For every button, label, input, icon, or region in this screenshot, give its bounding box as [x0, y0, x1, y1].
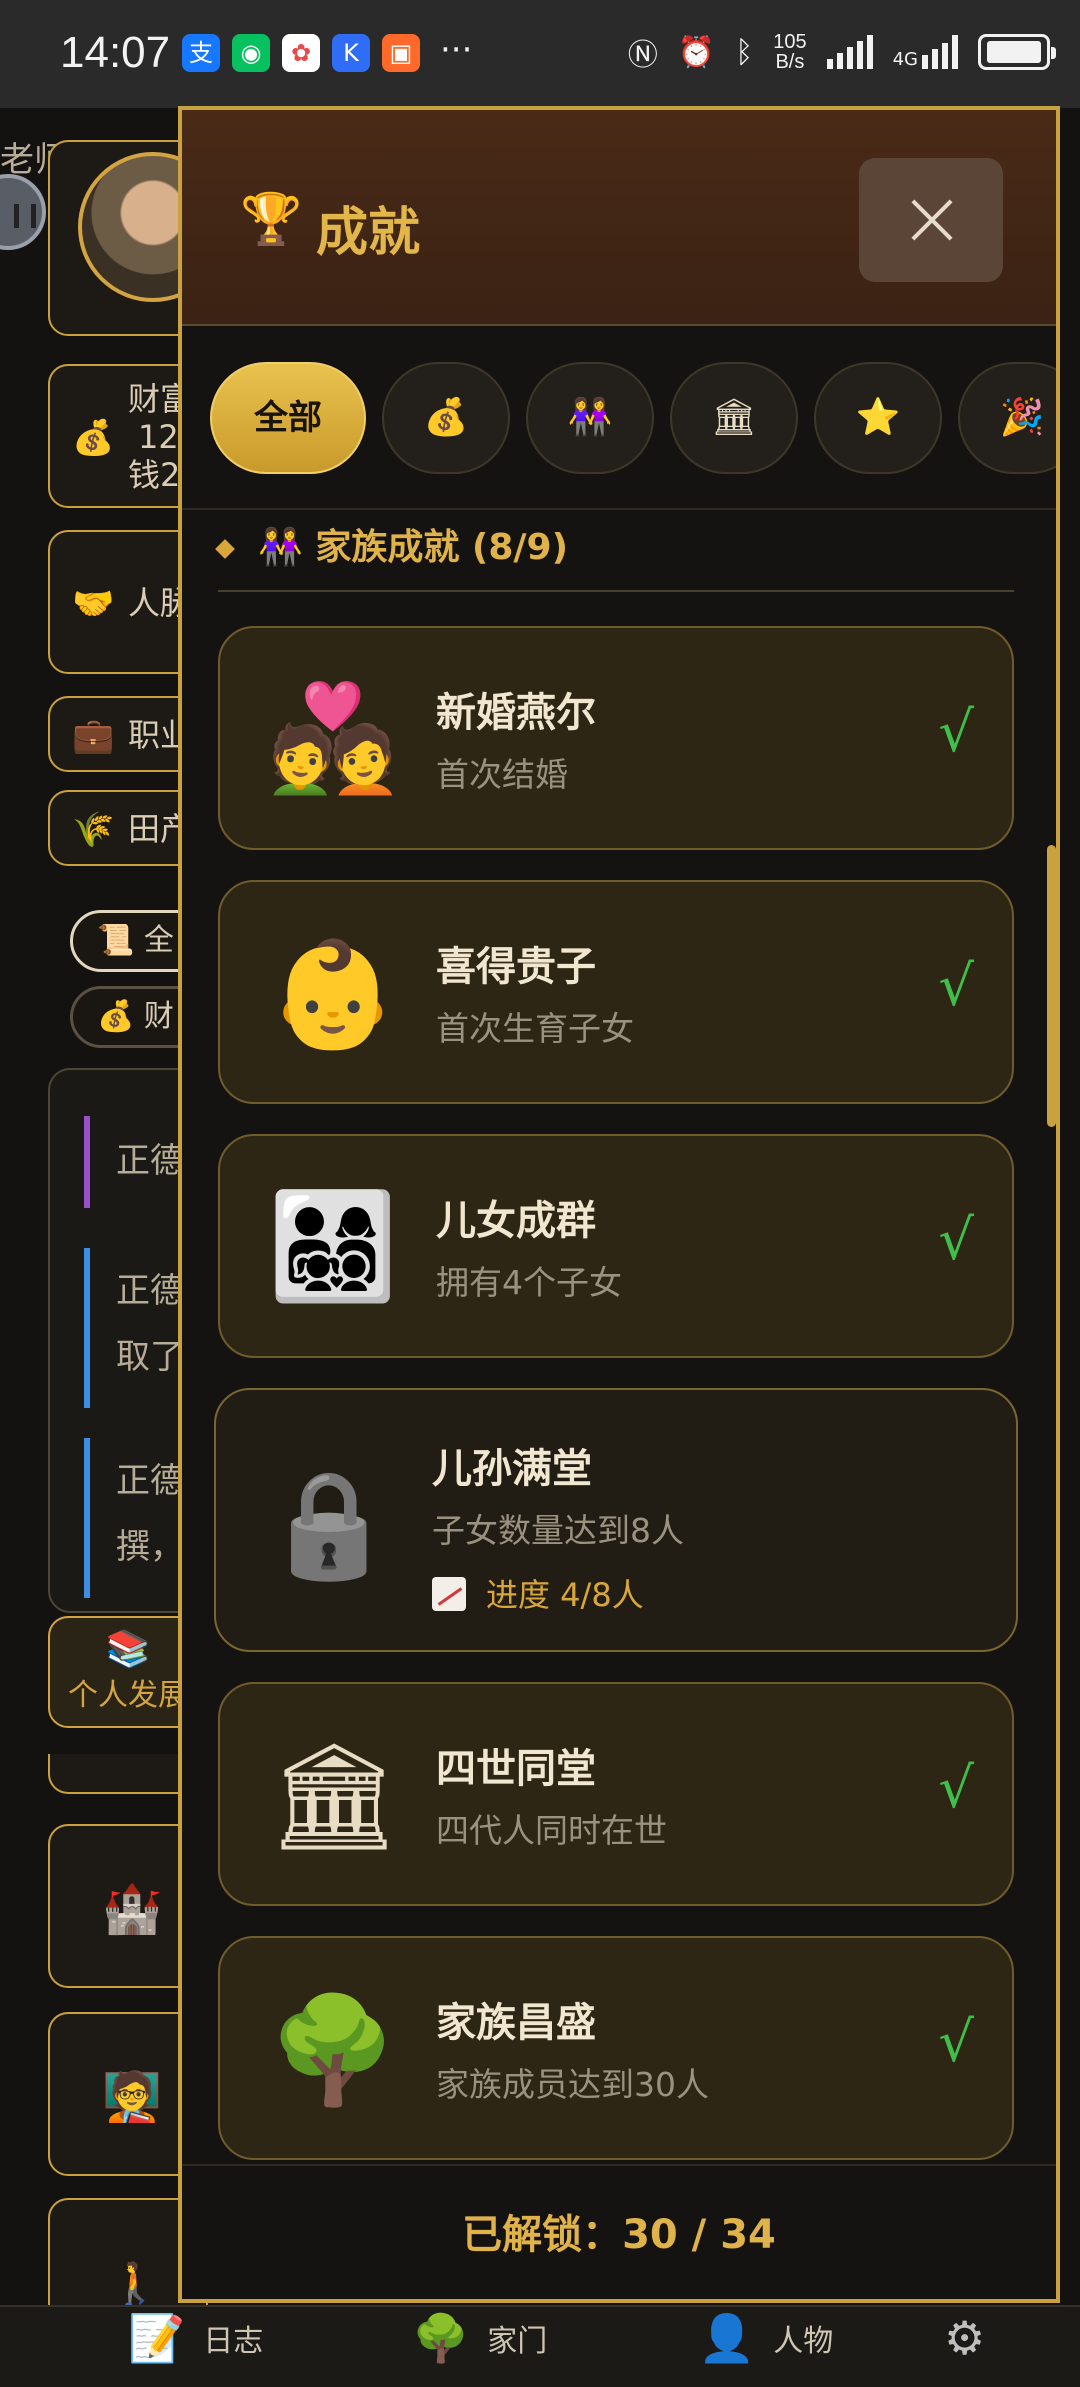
achievement-desc: 子女数量达到8人	[432, 1511, 684, 1550]
achievement-name: 家族昌盛	[436, 2000, 596, 2046]
achievement-desc: 首次生育子女	[436, 1009, 634, 1048]
star-icon: ⭐	[855, 397, 901, 438]
achievement-card[interactable]: 👶 喜得贵子 首次生育子女 √	[218, 880, 1014, 1104]
check-icon: √	[938, 1208, 974, 1273]
achievement-name: 喜得贵子	[436, 944, 596, 990]
classical-building-icon: 🏛	[268, 1735, 401, 1857]
family-icon: 👭	[567, 397, 613, 438]
money-bag-icon: 💰	[423, 397, 469, 438]
battery-icon	[978, 34, 1056, 70]
achievement-name: 儿女成群	[436, 1198, 596, 1244]
gear-icon: ⚙	[944, 2311, 986, 2365]
system-icons: Ⓝ ⏰ ᛒ 105 B/s 4G	[627, 30, 1056, 74]
filter-events[interactable]: 🎉	[958, 362, 1056, 474]
handshake-icon: 🤝	[72, 584, 115, 624]
more-notifications-icon: ···	[440, 30, 473, 70]
bluetooth-icon: ᛒ	[735, 34, 754, 70]
filter-family[interactable]: 👭	[526, 362, 654, 474]
taobao-icon: ▣	[382, 34, 420, 72]
rice-icon: 🌾	[72, 810, 115, 850]
money-bag-icon: 💰	[72, 418, 115, 458]
diamond-icon	[215, 539, 235, 559]
scroll-icon: 📜	[97, 923, 135, 958]
check-icon: √	[938, 2010, 974, 2075]
achievements-modal: 🏆 成就 全部 💰 👭 🏛 ⭐ 🎉 👭 家族成就 (8/9) 💑 新婚燕尔 首次…	[178, 106, 1060, 2303]
bottom-nav: 📝 日志 🌳 家门 👤 人物 ⚙	[0, 2305, 1080, 2387]
scrollbar[interactable]	[1047, 845, 1056, 1127]
alarm-icon: ⏰	[677, 34, 716, 70]
category-filters: 全部 💰 👭 🏛 ⭐ 🎉	[182, 324, 1056, 510]
photos-icon: ✿	[282, 34, 320, 72]
teacher-icon: 🧑‍🏫	[102, 2069, 162, 2125]
filter-career[interactable]: 🏛	[670, 362, 798, 474]
status-time: 14:07	[60, 28, 171, 77]
achievement-name: 儿孙满堂	[432, 1446, 592, 1492]
achievement-card[interactable]: 👨‍👩‍👧‍👦 儿女成群 拥有4个子女 √	[218, 1134, 1014, 1358]
check-icon: √	[938, 1756, 974, 1821]
filter-all[interactable]: 全部	[210, 362, 366, 474]
achievement-name: 四世同堂	[436, 1746, 596, 1792]
unlock-count: 已解锁：30 / 34	[462, 2212, 776, 2258]
section-title: 👭 家族成就 (8/9)	[215, 518, 568, 570]
briefcase-icon: 💼	[72, 716, 115, 756]
government-building-icon: 🏛	[711, 397, 757, 438]
modal-header: 🏆 成就	[182, 110, 1056, 326]
memo-icon: 📝	[128, 2311, 186, 2365]
achievement-desc: 拥有4个子女	[436, 1263, 622, 1302]
achievement-desc: 家族成员达到30人	[436, 2065, 709, 2104]
close-button[interactable]	[859, 158, 1003, 282]
couple-icon: 💑	[268, 677, 398, 799]
divider	[218, 590, 1014, 592]
party-popper-icon: 🎉	[999, 397, 1045, 438]
nav-family[interactable]: 🌳 家门	[412, 2315, 547, 2361]
baby-icon: 👶	[268, 933, 398, 1055]
chart-increasing-icon	[432, 1577, 466, 1611]
money-bag-icon: 💰	[97, 999, 135, 1034]
wechat-icon: ◉	[232, 34, 270, 72]
modal-title: 成就	[316, 203, 421, 263]
castle-icon: 🏰	[102, 1881, 162, 1937]
check-icon: √	[938, 700, 974, 765]
trophy-icon: 🏆	[240, 190, 303, 248]
person-silhouette-icon: 👤	[698, 2311, 756, 2365]
floating-pause-button[interactable]	[0, 174, 46, 250]
nav-character[interactable]: 👤 人物	[698, 2315, 833, 2361]
nfc-icon: Ⓝ	[627, 38, 658, 73]
modal-footer: 已解锁：30 / 34	[182, 2164, 1056, 2299]
achievement-progress: 进度 4/8人	[432, 1570, 644, 1616]
tree-icon: 🌳	[412, 2311, 470, 2365]
status-bar: 14:07 支 ◉ ✿ K ▣ ··· Ⓝ ⏰ ᛒ 105 B/s 4G	[0, 0, 1080, 108]
walking-person-icon: 🚶	[110, 2261, 160, 2307]
lock-icon: 🔒	[264, 1463, 394, 1585]
achievement-card[interactable]: 💑 新婚燕尔 首次结婚 √	[218, 626, 1014, 850]
alipay-icon: 支	[182, 34, 220, 72]
check-icon: √	[938, 954, 974, 1019]
family-icon: 👭	[258, 527, 303, 568]
network-speed: 105 B/s	[773, 31, 807, 73]
achievement-card[interactable]: 🌳 家族昌盛 家族成员达到30人 √	[218, 1936, 1014, 2160]
achievement-card-locked[interactable]: 🔒 儿孙满堂 子女数量达到8人 进度 4/8人	[214, 1388, 1018, 1652]
nav-log[interactable]: 📝 日志	[128, 2315, 263, 2361]
achievement-name: 新婚燕尔	[436, 690, 596, 736]
filter-fame[interactable]: ⭐	[814, 362, 942, 474]
achievement-desc: 四代人同时在世	[436, 1811, 667, 1850]
notification-icons: 支 ◉ ✿ K ▣	[182, 34, 420, 72]
app-k-icon: K	[332, 34, 370, 72]
signal-4g-icon: 4G	[893, 35, 958, 69]
tree-icon: 🌳	[268, 1989, 398, 2111]
achievement-desc: 首次结婚	[436, 755, 568, 794]
nav-settings[interactable]: ⚙	[944, 2315, 985, 2361]
signal-icon	[826, 35, 873, 69]
filter-wealth[interactable]: 💰	[382, 362, 510, 474]
family-icon: 👨‍👩‍👧‍👦	[268, 1185, 398, 1307]
achievement-card[interactable]: 🏛 四世同堂 四代人同时在世 √	[218, 1682, 1014, 1906]
